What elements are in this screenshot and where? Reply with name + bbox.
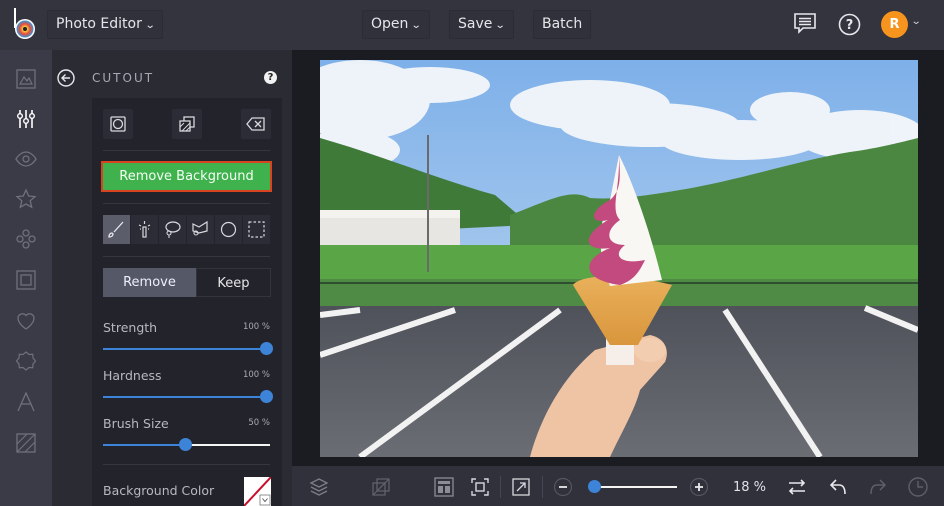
svg-text:?: ?: [846, 18, 854, 33]
back-icon[interactable]: [57, 69, 75, 87]
background-color-swatch[interactable]: [244, 477, 271, 506]
redo-icon[interactable]: [867, 476, 889, 498]
crop-compare-icon[interactable]: [370, 476, 392, 498]
avatar[interactable]: R: [881, 11, 908, 38]
zoom-slider[interactable]: [593, 486, 677, 488]
layers-swap-button[interactable]: [172, 109, 202, 139]
zoom-in-icon[interactable]: [689, 477, 709, 497]
brush-size-label: Brush Size: [103, 416, 169, 431]
expand-icon[interactable]: [510, 476, 532, 498]
lasso-icon: [165, 221, 181, 238]
clear-button[interactable]: [241, 109, 271, 139]
avatar-initial: R: [889, 17, 900, 32]
remove-mode-button[interactable]: Remove: [103, 268, 196, 297]
eye-icon[interactable]: [14, 147, 38, 171]
brush-size-value: 50 %: [248, 418, 270, 428]
transparent-color-icon: [244, 477, 271, 506]
divider: [103, 464, 270, 465]
save-label: Save: [458, 16, 493, 32]
building-roof: [320, 210, 460, 218]
magic-wand-tool[interactable]: [131, 215, 158, 244]
zoom-slider-handle[interactable]: [588, 480, 601, 493]
brush-size-slider-handle[interactable]: [178, 438, 192, 451]
panel-help-icon[interactable]: ?: [264, 71, 277, 84]
hardness-value: 100 %: [242, 370, 270, 380]
circle-crop-button[interactable]: [103, 109, 133, 139]
polygon-lasso-tool[interactable]: [187, 215, 214, 244]
ellipse-select-tool[interactable]: [215, 215, 242, 244]
circles-icon[interactable]: [14, 227, 38, 251]
hardness-slider-fill: [103, 396, 266, 398]
zoom-level: 18 %: [733, 480, 767, 495]
brush-tool[interactable]: [103, 215, 130, 244]
image-icon[interactable]: [14, 67, 38, 91]
chevron-down-icon[interactable]: ⌄: [911, 16, 922, 27]
open-label: Open: [371, 16, 409, 32]
strength-slider-fill: [103, 348, 266, 350]
background-color-label: Background Color: [103, 483, 215, 498]
fit-screen-icon[interactable]: [469, 476, 491, 498]
ellipse-select-icon: [220, 221, 237, 238]
badge-icon[interactable]: [14, 349, 38, 373]
selection-tools: [103, 215, 271, 244]
remove-background-button[interactable]: Remove Background: [101, 161, 272, 192]
texture-icon[interactable]: [14, 431, 38, 455]
clear-icon: [246, 117, 265, 131]
save-button[interactable]: Save ⌄: [449, 10, 514, 39]
tool-sidebar: [0, 50, 52, 506]
hardness-label: Hardness: [103, 368, 162, 383]
photo-canvas[interactable]: [320, 60, 918, 457]
toolbar-divider: [500, 476, 501, 498]
history-icon[interactable]: [907, 476, 929, 498]
rect-select-tool[interactable]: [243, 215, 270, 244]
layers-icon[interactable]: [308, 476, 330, 498]
keep-mode-button[interactable]: Keep: [196, 268, 271, 297]
divider: [103, 256, 270, 257]
text-icon[interactable]: [14, 390, 38, 414]
batch-button[interactable]: Batch: [533, 10, 592, 39]
strength-label: Strength: [103, 320, 158, 335]
chevron-down-icon: ⌄: [495, 20, 507, 31]
brush-icon: [108, 221, 124, 238]
hardness-slider-handle[interactable]: [260, 390, 273, 403]
strength-slider-handle[interactable]: [260, 342, 273, 355]
divider: [103, 203, 270, 204]
chevron-down-icon: ⌄: [144, 20, 156, 31]
layers-swap-icon: [179, 116, 195, 132]
logo-icon[interactable]: [12, 8, 38, 40]
brush-size-slider-fill: [103, 444, 185, 446]
app-menu-button[interactable]: Photo Editor ⌄: [47, 10, 164, 39]
heart-icon[interactable]: [14, 309, 38, 333]
undo-icon[interactable]: [827, 476, 849, 498]
star-icon[interactable]: [14, 187, 38, 211]
hardness-slider[interactable]: [103, 390, 273, 403]
panel-title: CUTOUT: [92, 71, 155, 85]
chevron-down-icon: ⌄: [411, 20, 423, 31]
toolbar-divider: [542, 476, 543, 498]
swap-icon[interactable]: [786, 476, 808, 498]
help-icon[interactable]: ?: [838, 13, 861, 36]
strength-value: 100 %: [242, 322, 270, 332]
polygon-lasso-icon: [192, 220, 208, 236]
lasso-tool[interactable]: [159, 215, 186, 244]
sliders-icon[interactable]: [14, 107, 38, 131]
divider: [103, 150, 270, 151]
batch-label: Batch: [542, 16, 583, 32]
top-bar: Photo Editor ⌄ Open ⌄ Save ⌄ Batch ? R ⌄: [0, 0, 944, 50]
app-menu-label: Photo Editor: [56, 16, 142, 32]
brush-size-slider[interactable]: [103, 438, 270, 451]
rect-select-icon: [248, 221, 265, 238]
layout-icon[interactable]: [433, 476, 455, 498]
zoom-out-icon[interactable]: [553, 477, 573, 497]
frame-icon[interactable]: [14, 268, 38, 292]
magic-wand-icon: [138, 221, 151, 238]
open-button[interactable]: Open ⌄: [362, 10, 430, 39]
chat-icon[interactable]: [793, 12, 817, 36]
strength-slider[interactable]: [103, 342, 273, 355]
circle-crop-icon: [110, 116, 126, 132]
